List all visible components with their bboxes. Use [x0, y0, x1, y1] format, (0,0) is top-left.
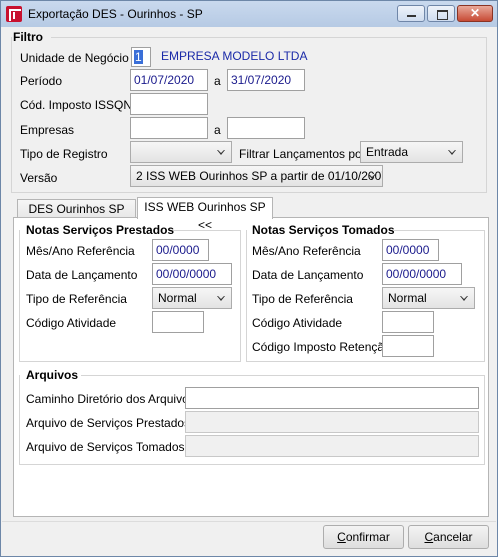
- versao-label: Versão: [20, 171, 58, 185]
- tomados-codigo-atividade-input[interactable]: [382, 311, 434, 333]
- tomados-tipo-ref-select[interactable]: Normal: [382, 287, 475, 309]
- arquivo-tomados-label: Arquivo de Serviços Tomados: [26, 440, 185, 454]
- tomados-codigo-retencao-input[interactable]: [382, 335, 434, 357]
- prestados-mes-ano-label: Mês/Ano Referência: [26, 244, 135, 258]
- chevron-down-icon: [217, 296, 225, 301]
- cancelar-accelerator: C: [424, 530, 434, 544]
- cancelar-label: ancelar: [433, 530, 473, 544]
- periodo-from-input[interactable]: 01/07/2020: [130, 69, 208, 91]
- chevron-down-icon: [460, 296, 468, 301]
- prestados-tipo-ref-label: Tipo de Referência: [26, 292, 127, 306]
- periodo-separator: a: [214, 74, 221, 88]
- tomados-mes-ano-input[interactable]: 00/0000: [382, 239, 439, 261]
- chevron-down-icon: [368, 174, 376, 179]
- tomados-codigo-atividade-label: Código Atividade: [252, 316, 343, 330]
- confirmar-accelerator: C: [337, 530, 346, 544]
- filtrar-value: Entrada: [366, 145, 409, 159]
- cod-imposto-label: Cód. Imposto ISSQN: [20, 98, 133, 112]
- maximize-button[interactable]: [427, 5, 455, 22]
- tab-iss-web-ourinhos[interactable]: ISS WEB Ourinhos SP <<: [137, 197, 273, 232]
- tomados-tipo-ref-label: Tipo de Referência: [252, 292, 353, 306]
- minimize-button[interactable]: [397, 5, 425, 22]
- tomados-codigo-retencao-label: Código Imposto Retenção: [252, 340, 391, 354]
- dialog-window: Exportação DES - Ourinhos - SP ✕ Filtro …: [0, 0, 498, 557]
- footer-divider: [2, 521, 496, 522]
- arquivo-prestados-input: [185, 411, 479, 433]
- versao-value: 2 ISS WEB Ourinhos SP a partir de 01/10/…: [136, 169, 383, 183]
- prestados-codigo-atividade-label: Código Atividade: [26, 316, 117, 330]
- prestados-mes-ano-input[interactable]: 00/0000: [152, 239, 209, 261]
- chevron-down-icon: [217, 150, 225, 155]
- tomados-mes-ano-label: Mês/Ano Referência: [252, 244, 361, 258]
- arquivo-tomados-input: [185, 435, 479, 457]
- tomados-tipo-ref-value: Normal: [388, 291, 427, 305]
- periodo-label: Período: [20, 74, 63, 88]
- cod-imposto-input[interactable]: [130, 93, 208, 115]
- prestados-data-lanc-input[interactable]: 00/00/0000: [152, 263, 232, 285]
- close-icon: ✕: [469, 6, 481, 20]
- versao-select[interactable]: 2 ISS WEB Ourinhos SP a partir de 01/10/…: [130, 165, 383, 187]
- unidade-name: EMPRESA MODELO LTDA: [161, 49, 308, 63]
- tomados-data-lanc-label: Data de Lançamento: [252, 268, 364, 282]
- periodo-to-input[interactable]: 31/07/2020: [227, 69, 305, 91]
- prestados-tipo-ref-select[interactable]: Normal: [152, 287, 232, 309]
- arquivo-prestados-label: Arquivo de Serviços Prestados: [26, 416, 191, 430]
- title-bar: Exportação DES - Ourinhos - SP ✕: [1, 1, 497, 27]
- cancelar-button[interactable]: Cancelar: [408, 525, 489, 549]
- empresas-label: Empresas: [20, 123, 75, 137]
- tab-des-ourinhos[interactable]: DES Ourinhos SP: [17, 199, 136, 219]
- empresas-separator: a: [214, 123, 221, 137]
- filtrar-select[interactable]: Entrada: [360, 141, 463, 163]
- tipo-registro-select[interactable]: [130, 141, 232, 163]
- window-title: Exportação DES - Ourinhos - SP: [28, 7, 203, 21]
- tomados-data-lanc-input[interactable]: 00/00/0000: [382, 263, 462, 285]
- tipo-registro-label: Tipo de Registro: [20, 147, 108, 161]
- prestados-data-lanc-label: Data de Lançamento: [26, 268, 138, 282]
- unidade-code-value: 1: [134, 50, 143, 64]
- chevron-down-icon: [448, 150, 456, 155]
- prestados-tipo-ref-value: Normal: [158, 291, 197, 305]
- empresas-from-input[interactable]: [130, 117, 208, 139]
- filtrar-label: Filtrar Lançamentos por: [239, 147, 366, 161]
- app-logo-icon: [6, 6, 22, 22]
- unidade-code-input[interactable]: 1: [131, 47, 151, 67]
- unidade-label: Unidade de Negócio: [20, 51, 129, 65]
- empresas-to-input[interactable]: [227, 117, 305, 139]
- close-button[interactable]: ✕: [457, 5, 493, 22]
- prestados-codigo-atividade-input[interactable]: [152, 311, 204, 333]
- confirmar-button[interactable]: Confirmar: [323, 525, 404, 549]
- caminho-input[interactable]: [185, 387, 479, 409]
- confirmar-label: onfirmar: [345, 530, 390, 544]
- caminho-label: Caminho Diretório dos Arquivos: [26, 392, 195, 406]
